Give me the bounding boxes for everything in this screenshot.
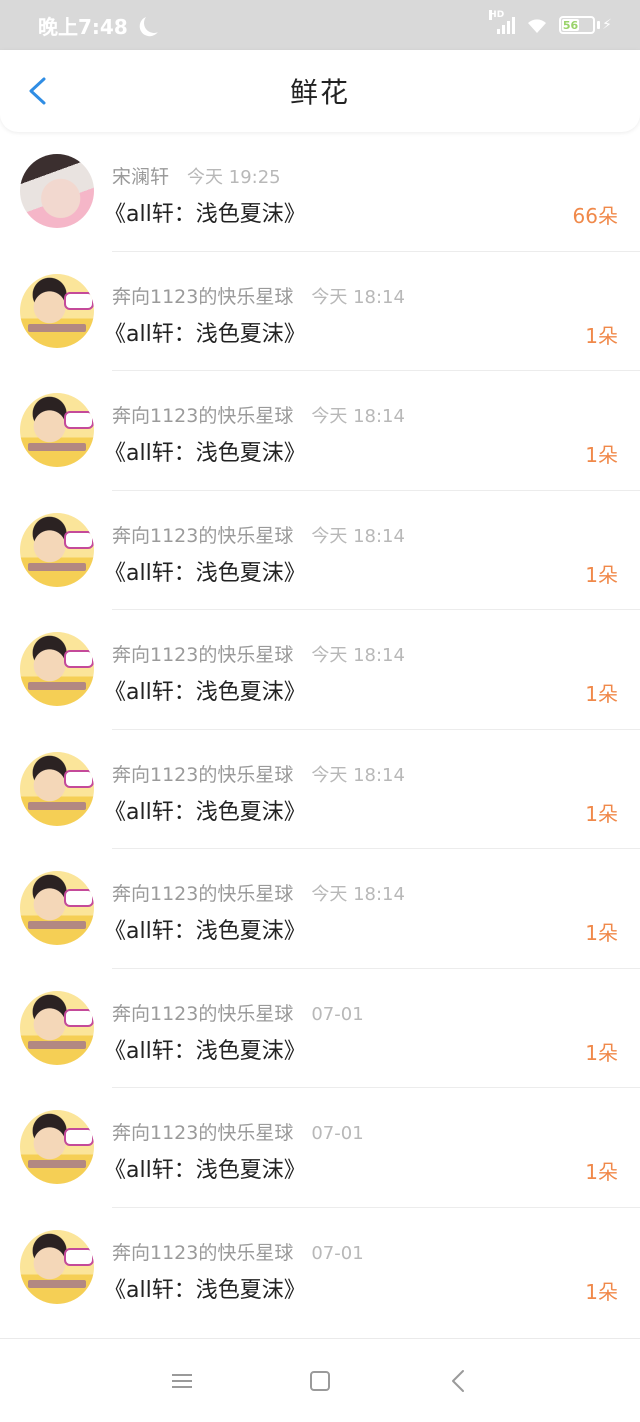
book-title: 《all轩：浅色夏沫》	[104, 1158, 306, 1183]
home-square-icon	[310, 1370, 330, 1391]
flower-count: 1朵	[585, 1160, 618, 1184]
user-name: 奔向1123的快乐星球	[112, 524, 294, 547]
list-item[interactable]: 奔向1123的快乐星球 今天 18:14 《all轩：浅色夏沫》 1朵	[0, 491, 640, 610]
timestamp: 07-01	[311, 1242, 364, 1264]
timestamp: 今天 18:14	[311, 645, 405, 666]
list-item[interactable]: 宋澜轩 今天 19:25 《all轩：浅色夏沫》 66朵	[0, 132, 640, 252]
timestamp: 今天 18:14	[311, 525, 405, 547]
list-item[interactable]: 奔向1123的快乐星球 今天 18:14 《all轩：浅色夏沫》 1朵	[0, 371, 640, 491]
flower-count: 1朵	[585, 323, 618, 348]
book-title: 《all轩：浅色夏沫》	[104, 919, 306, 944]
flower-count: 1朵	[585, 682, 618, 706]
flower-count: 1朵	[585, 801, 618, 826]
book-title: 《all轩：浅色夏沫》	[104, 321, 306, 347]
avatar[interactable]	[20, 871, 94, 945]
system-back-icon	[452, 1369, 464, 1392]
signal-icon: HD	[489, 10, 516, 34]
charging-icon: ⚡	[602, 17, 612, 33]
flower-count: 66朵	[572, 204, 618, 228]
book-title: 《all轩：浅色夏沫》	[104, 560, 306, 586]
avatar[interactable]	[20, 393, 94, 467]
avatar[interactable]	[20, 273, 94, 348]
user-name: 奔向1123的快乐星球	[112, 405, 294, 427]
avatar[interactable]	[20, 990, 94, 1065]
book-title: 《all轩：浅色夏沫》	[104, 1277, 306, 1303]
list-item[interactable]: 奔向1123的快乐星球 今天 18:14 《all轩：浅色夏沫》 1朵	[0, 610, 640, 730]
flower-count: 1朵	[585, 443, 618, 467]
user-name: 宋澜轩	[112, 166, 170, 188]
battery-icon: 56 ⚡	[559, 16, 612, 34]
menu-icon[interactable]	[168, 1367, 196, 1395]
timestamp: 今天 18:14	[311, 764, 405, 786]
user-name: 奔向1123的快乐星球	[112, 1002, 294, 1025]
list-item[interactable]: 奔向1123的快乐星球 07-01 《all轩：浅色夏沫》 1朵	[0, 1088, 640, 1208]
timestamp: 07-01	[311, 1123, 364, 1144]
back-button[interactable]	[22, 76, 52, 106]
user-name: 奔向1123的快乐星球	[112, 285, 294, 308]
list-item[interactable]: 奔向1123的快乐星球 今天 18:14 《all轩：浅色夏沫》 1朵	[0, 730, 640, 849]
user-name: 奔向1123的快乐星球	[112, 883, 294, 905]
home-button[interactable]	[306, 1367, 334, 1395]
status-bar: 晚上7:48 HD 56 ⚡	[0, 0, 640, 50]
flower-count: 1朵	[585, 1279, 618, 1304]
book-title: 《all轩：浅色夏沫》	[104, 441, 306, 466]
avatar[interactable]	[20, 154, 94, 228]
timestamp: 今天 18:14	[311, 286, 405, 308]
timestamp: 07-01	[311, 1003, 364, 1025]
user-name: 奔向1123的快乐星球	[112, 1241, 294, 1264]
list-item[interactable]: 奔向1123的快乐星球 今天 18:14 《all轩：浅色夏沫》 1朵	[0, 849, 640, 969]
book-title: 《all轩：浅色夏沫》	[104, 680, 306, 705]
chevron-left-icon	[29, 77, 46, 105]
list-item[interactable]: 奔向1123的快乐星球 今天 18:14 《all轩：浅色夏沫》 1朵	[0, 252, 640, 371]
user-name: 奔向1123的快乐星球	[112, 1122, 294, 1144]
avatar[interactable]	[20, 1229, 94, 1304]
flower-count: 1朵	[585, 562, 618, 587]
list-item[interactable]: 奔向1123的快乐星球 07-01 《all轩：浅色夏沫》 1朵	[0, 969, 640, 1088]
timestamp: 今天 18:14	[311, 406, 405, 427]
flower-count: 1朵	[585, 921, 618, 945]
avatar[interactable]	[20, 512, 94, 587]
book-title: 《all轩：浅色夏沫》	[104, 799, 306, 825]
flower-count: 1朵	[585, 1040, 618, 1065]
avatar[interactable]	[20, 1110, 94, 1184]
wifi-icon	[525, 16, 549, 34]
network-type: HD	[489, 10, 505, 20]
battery-level: 56	[562, 18, 579, 32]
system-nav-bar	[0, 1338, 640, 1422]
moon-icon	[142, 11, 166, 35]
user-name: 奔向1123的快乐星球	[112, 644, 294, 666]
timestamp: 今天 18:14	[311, 884, 405, 905]
user-name: 奔向1123的快乐星球	[112, 763, 294, 786]
flower-record-list: 宋澜轩 今天 19:25 《all轩：浅色夏沫》 66朵 奔向1123的快乐星球…	[0, 132, 640, 1327]
book-title: 《all轩：浅色夏沫》	[104, 202, 306, 227]
nav-bar: 鲜花	[0, 50, 640, 132]
page-title: 鲜花	[289, 76, 350, 109]
avatar[interactable]	[20, 632, 94, 706]
system-back-button[interactable]	[444, 1367, 472, 1395]
book-title: 《all轩：浅色夏沫》	[104, 1038, 306, 1064]
list-item[interactable]: 奔向1123的快乐星球 07-01 《all轩：浅色夏沫》 1朵	[0, 1208, 640, 1328]
status-time: 晚上7:48	[38, 14, 128, 39]
timestamp: 今天 19:25	[187, 167, 281, 188]
avatar[interactable]	[20, 751, 94, 826]
